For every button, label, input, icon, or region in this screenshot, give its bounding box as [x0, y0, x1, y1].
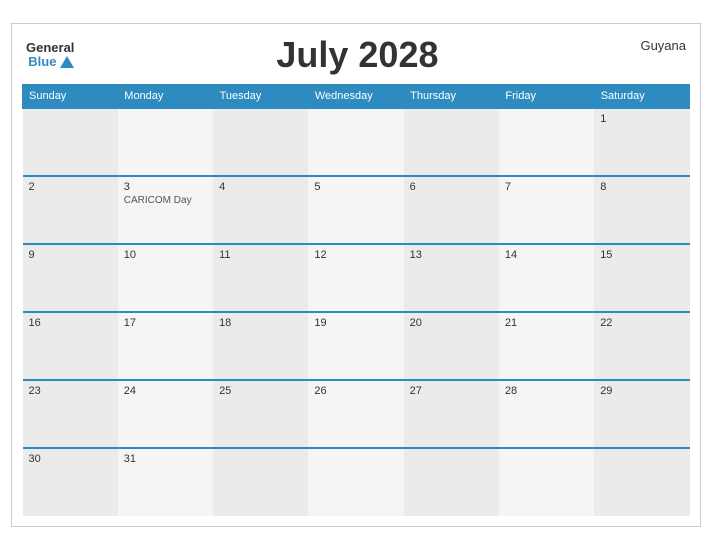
- calendar-cell: [213, 448, 308, 516]
- day-number: 6: [410, 181, 493, 193]
- calendar-week-row: 30 31: [23, 448, 690, 516]
- weekday-header-thursday: Thursday: [404, 85, 499, 109]
- calendar-cell: [404, 448, 499, 516]
- day-number: 7: [505, 181, 588, 193]
- calendar-cell: [308, 108, 403, 176]
- calendar-cell: 2: [23, 176, 118, 244]
- calendar-cell: 1: [594, 108, 689, 176]
- logo-general-text: General: [26, 41, 74, 55]
- calendar-cell: 5: [308, 176, 403, 244]
- calendar-cell: 27: [404, 380, 499, 448]
- calendar-cell: 14: [499, 244, 594, 312]
- day-number: 24: [124, 385, 207, 397]
- calendar-header: General Blue July 2028 Guyana: [22, 34, 690, 76]
- calendar-cell: 23: [23, 380, 118, 448]
- calendar-cell: 7: [499, 176, 594, 244]
- day-number: 20: [410, 317, 493, 329]
- logo-triangle-icon: [60, 56, 74, 68]
- day-number: 18: [219, 317, 302, 329]
- day-number: 3: [124, 181, 207, 193]
- weekday-header-friday: Friday: [499, 85, 594, 109]
- calendar-cell: 22: [594, 312, 689, 380]
- calendar-cell: 20: [404, 312, 499, 380]
- event-label: CARICOM Day: [124, 195, 207, 206]
- calendar-cell: 9: [23, 244, 118, 312]
- day-number: 25: [219, 385, 302, 397]
- calendar-cell: 12: [308, 244, 403, 312]
- calendar-grid: SundayMondayTuesdayWednesdayThursdayFrid…: [22, 84, 690, 516]
- calendar-cell: 19: [308, 312, 403, 380]
- calendar-cell: 15: [594, 244, 689, 312]
- day-number: 19: [314, 317, 397, 329]
- day-number: 17: [124, 317, 207, 329]
- calendar-week-row: 23 CARICOM Day 45 678: [23, 176, 690, 244]
- day-number: 21: [505, 317, 588, 329]
- calendar-cell: [404, 108, 499, 176]
- country-name: Guyana: [640, 34, 686, 53]
- day-number: 14: [505, 249, 588, 261]
- calendar-week-row: 23 24 25 26 27 28 29: [23, 380, 690, 448]
- calendar-cell: 13: [404, 244, 499, 312]
- weekday-header-saturday: Saturday: [594, 85, 689, 109]
- weekday-header-monday: Monday: [118, 85, 213, 109]
- day-number: 31: [124, 453, 207, 465]
- calendar-cell: 3 CARICOM Day: [118, 176, 213, 244]
- calendar-cell: 11: [213, 244, 308, 312]
- weekday-header-row: SundayMondayTuesdayWednesdayThursdayFrid…: [23, 85, 690, 109]
- logo: General Blue: [26, 41, 74, 70]
- day-number: 8: [600, 181, 683, 193]
- day-number: 9: [29, 249, 112, 261]
- day-number: 22: [600, 317, 683, 329]
- calendar-cell: 31: [118, 448, 213, 516]
- calendar-cell: 29: [594, 380, 689, 448]
- calendar-container: General Blue July 2028 Guyana SundayMond…: [11, 23, 701, 527]
- day-number: 15: [600, 249, 683, 261]
- calendar-cell: 16: [23, 312, 118, 380]
- calendar-cell: 6: [404, 176, 499, 244]
- calendar-cell: 26: [308, 380, 403, 448]
- calendar-cell: [118, 108, 213, 176]
- calendar-cell: 28: [499, 380, 594, 448]
- calendar-week-row: 16 17 18 19 20 21 22: [23, 312, 690, 380]
- calendar-cell: 10: [118, 244, 213, 312]
- day-number: 10: [124, 249, 207, 261]
- calendar-cell: 18: [213, 312, 308, 380]
- day-number: 4: [219, 181, 302, 193]
- calendar-cell: 4: [213, 176, 308, 244]
- day-number: 11: [219, 249, 302, 261]
- day-number: 23: [29, 385, 112, 397]
- logo-blue-text: Blue: [28, 55, 56, 69]
- calendar-week-row: 1: [23, 108, 690, 176]
- day-number: 26: [314, 385, 397, 397]
- calendar-cell: [308, 448, 403, 516]
- weekday-header-tuesday: Tuesday: [213, 85, 308, 109]
- calendar-cell: [499, 448, 594, 516]
- calendar-cell: 30: [23, 448, 118, 516]
- calendar-week-row: 9 10 11 12 13 14 15: [23, 244, 690, 312]
- calendar-cell: 8: [594, 176, 689, 244]
- day-number: 16: [29, 317, 112, 329]
- weekday-header-wednesday: Wednesday: [308, 85, 403, 109]
- calendar-title: July 2028: [74, 34, 640, 76]
- calendar-cell: [594, 448, 689, 516]
- calendar-cell: 21: [499, 312, 594, 380]
- calendar-cell: 17: [118, 312, 213, 380]
- day-number: 1: [600, 113, 683, 125]
- day-number: 12: [314, 249, 397, 261]
- calendar-cell: [213, 108, 308, 176]
- day-number: 13: [410, 249, 493, 261]
- day-number: 29: [600, 385, 683, 397]
- calendar-cell: 25: [213, 380, 308, 448]
- weekday-header-sunday: Sunday: [23, 85, 118, 109]
- day-number: 27: [410, 385, 493, 397]
- calendar-cell: [499, 108, 594, 176]
- day-number: 30: [29, 453, 112, 465]
- calendar-cell: 24: [118, 380, 213, 448]
- day-number: 2: [29, 181, 112, 193]
- day-number: 5: [314, 181, 397, 193]
- calendar-cell: [23, 108, 118, 176]
- day-number: 28: [505, 385, 588, 397]
